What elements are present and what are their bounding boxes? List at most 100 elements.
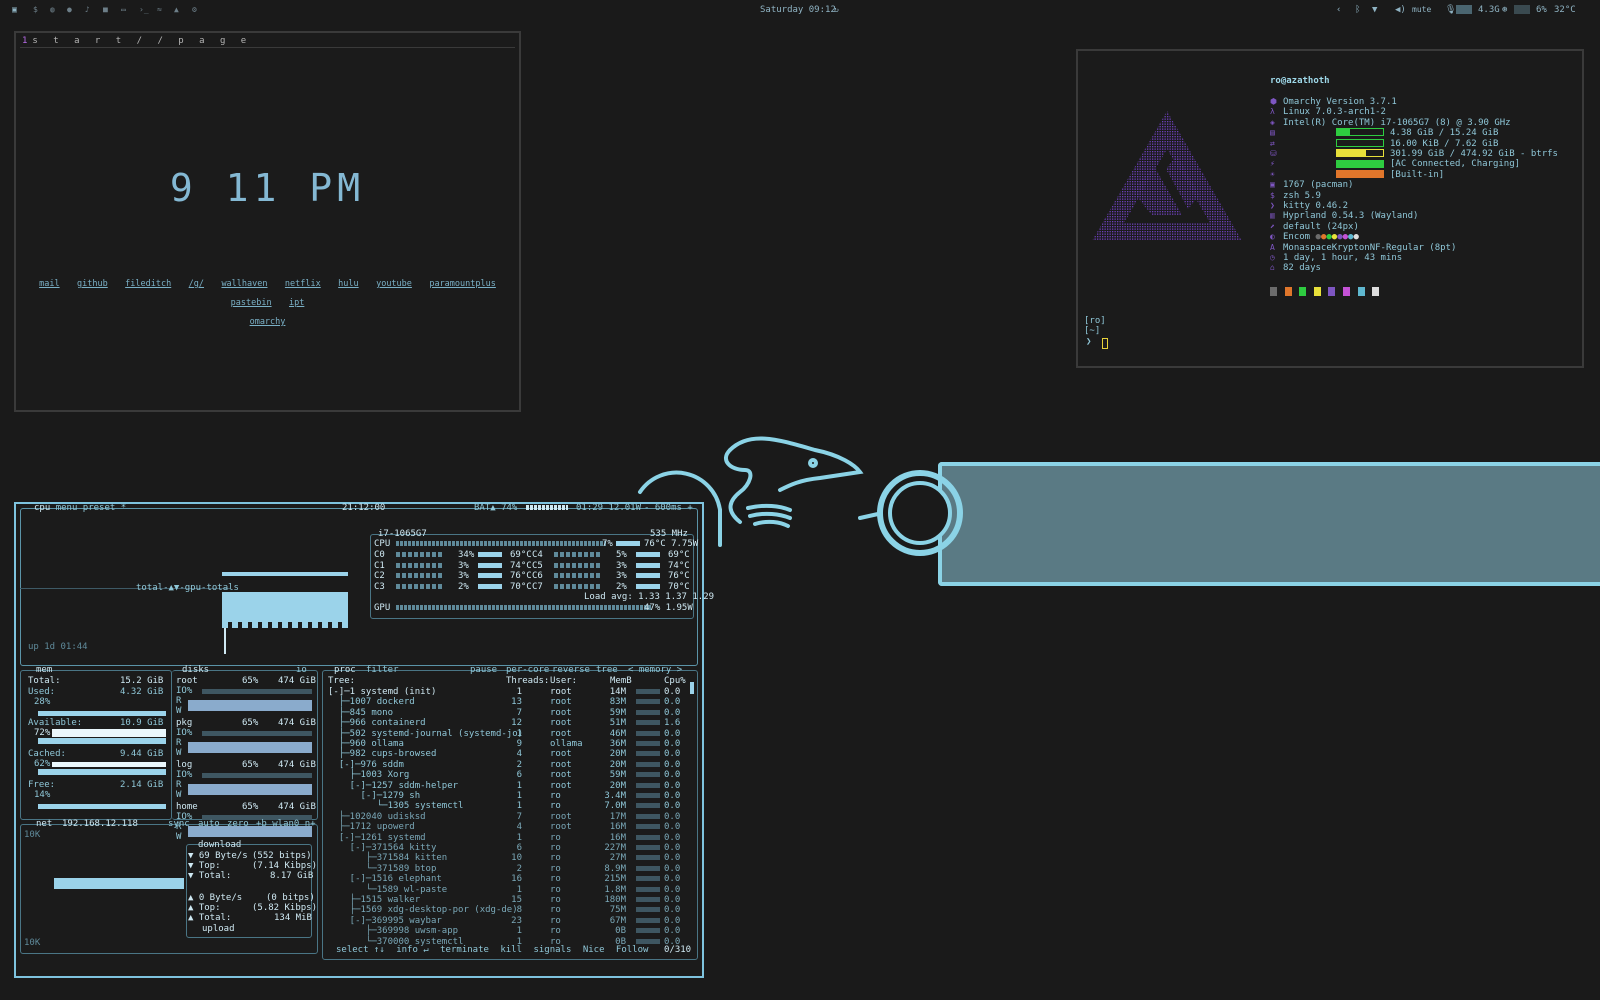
footer-terminate[interactable]: terminate: [440, 945, 489, 955]
process-tree: ├─371584 kitten: [328, 853, 448, 864]
footer-info[interactable]: info ↵: [396, 945, 429, 955]
music-icon[interactable]: ♪: [85, 5, 90, 14]
process-row[interactable]: ├─966 containerd 12 root 51M 1.6: [328, 718, 688, 729]
process-row[interactable]: ├─102040 udisksd 7 root 17M 0.0: [328, 812, 688, 823]
folder-icon[interactable]: ■: [103, 5, 108, 14]
link-wallhaven[interactable]: wallhaven: [221, 279, 267, 289]
core-bar: [396, 562, 444, 568]
col-user[interactable]: User:: [550, 676, 577, 687]
gear-icon[interactable]: ⚙: [192, 5, 197, 14]
proc-sort[interactable]: < memory >: [628, 665, 682, 676]
process-row[interactable]: ├─1515 walker 15 ro 180M 0.0: [328, 895, 688, 906]
warn-icon[interactable]: ▲: [174, 5, 179, 14]
footer-signals[interactable]: signals: [533, 945, 571, 955]
process-row[interactable]: [-]─1261 systemd 1 ro 16M 0.0: [328, 833, 688, 844]
mem-title[interactable]: mem: [36, 665, 52, 676]
bluetooth-icon[interactable]: ᛒ: [1355, 5, 1360, 15]
process-row[interactable]: [-]─1257 sddm-helper 1 root 20M 0.0: [328, 781, 688, 792]
process-row[interactable]: [-]─976 sddm 2 root 20M 0.0: [328, 760, 688, 771]
footer-select[interactable]: select ↑↓: [336, 945, 385, 955]
process-mem-bar: [636, 793, 660, 798]
web-icon[interactable]: ◍: [50, 5, 55, 14]
terminal-cursor[interactable]: [1102, 338, 1108, 349]
process-row[interactable]: ├─845 mono 7 root 59M 0.0: [328, 708, 688, 719]
process-user: ro: [550, 905, 561, 916]
footer-nice[interactable]: Nice: [583, 945, 605, 955]
chat-icon[interactable]: ●: [67, 5, 72, 14]
net-tab-zero[interactable]: zero: [227, 819, 249, 830]
link-omarchy[interactable]: omarchy: [250, 317, 286, 327]
net-tab-auto[interactable]: auto: [198, 819, 220, 830]
process-row[interactable]: ├─1003 Xorg 6 root 59M 0.0: [328, 770, 688, 781]
update-interval[interactable]: - 600ms +: [644, 503, 693, 514]
process-row[interactable]: ├─502 systemd-journal (systemd-jo) 1 root 4…: [328, 729, 688, 740]
tab-preset[interactable]: preset *: [83, 503, 126, 513]
clock-date[interactable]: Saturday 09:12: [760, 5, 836, 15]
process-cpu: 0.0: [664, 884, 681, 895]
btop-window[interactable]: cpu menu preset * 21:12:00 BAT▲ 74% 01:2…: [14, 502, 714, 978]
process-row[interactable]: └─1589 wl-paste 1 ro 1.8M 0.0: [328, 885, 688, 896]
process-row[interactable]: ├─369998 uwsm-app 1 ro 0B 0.0: [328, 926, 688, 937]
tab-menu[interactable]: menu: [56, 503, 78, 513]
proc-tree[interactable]: tree: [596, 665, 618, 676]
process-row[interactable]: ├─1007 dockerd 13 root 83M 0.0: [328, 697, 688, 708]
net-tab-sync[interactable]: sync: [168, 819, 190, 830]
process-row[interactable]: ├─371584 kitten 10 ro 27M 0.0: [328, 853, 688, 864]
link-g[interactable]: /g/: [189, 279, 204, 289]
term-icon[interactable]: $: [33, 5, 38, 14]
net-title[interactable]: net: [36, 819, 52, 830]
process-cpu: 1.6: [664, 718, 681, 729]
cloud-icon[interactable]: ≈: [157, 5, 162, 14]
link-hulu[interactable]: hulu: [338, 279, 358, 289]
process-row[interactable]: ├─982 cups-browsed 4 root 20M 0.0: [328, 749, 688, 760]
link-netflix[interactable]: netflix: [285, 279, 321, 289]
link-pastebin[interactable]: pastebin: [231, 298, 272, 308]
disk-io-label: IO%: [176, 686, 193, 696]
disks-io[interactable]: io: [296, 665, 307, 676]
proc-reverse[interactable]: reverse: [552, 665, 590, 676]
process-row[interactable]: [-]─1516 elephant 16 ro 215M 0.0: [328, 874, 688, 885]
proc-pause[interactable]: pause: [470, 665, 497, 676]
col-tree[interactable]: Tree:: [328, 676, 355, 687]
mute-label[interactable]: mute: [1412, 5, 1431, 14]
process-row[interactable]: ├─1712 upowerd 4 root 16M 0.0: [328, 822, 688, 833]
code-icon[interactable]: ›_: [139, 5, 149, 14]
disks-title[interactable]: disks: [182, 665, 209, 676]
link-youtube[interactable]: youtube: [376, 279, 412, 289]
process-row[interactable]: └─1305 systemctl 1 ro 7.0M 0.0: [328, 801, 688, 812]
startpage-window[interactable]: 1 s t a r t / / p a g e 9 11 PM mail gith…: [14, 31, 521, 412]
startpage-links: mail github fileditch /g/ wallhaven netf…: [30, 275, 505, 332]
link-paramountplus[interactable]: paramountplus: [429, 279, 496, 289]
footer-follow[interactable]: Follow: [616, 945, 649, 955]
process-row[interactable]: ├─1569 xdg-desktop-por (xdg-de) 8 ro 75M 0.0: [328, 905, 688, 916]
link-mail[interactable]: mail: [39, 279, 59, 289]
footer-kill[interactable]: kill: [500, 945, 522, 955]
col-threads[interactable]: Threads:: [506, 676, 549, 687]
proc-per-core[interactable]: per-core: [506, 665, 549, 676]
process-row[interactable]: └─371589 btop 2 ro 8.9M 0.0: [328, 864, 688, 875]
process-row[interactable]: ├─960 ollama 9 ollama 36M 0.0: [328, 739, 688, 750]
proc-title[interactable]: proc: [334, 665, 356, 676]
col-mem[interactable]: MemB: [610, 676, 632, 687]
process-row[interactable]: [-]─1 systemd (init) 1 root 14M 0.0: [328, 687, 688, 698]
tab-cpu[interactable]: cpu: [34, 503, 50, 513]
window-icon[interactable]: ▭: [121, 5, 126, 14]
process-row[interactable]: [-]─369995 waybar 23 ro 67M 0.0: [328, 916, 688, 927]
app-icon[interactable]: ▣: [12, 5, 17, 14]
link-github[interactable]: github: [77, 279, 108, 289]
terminal-window[interactable]: ro@azathoth ⬢ Omarchy Version 3.7.1 λ Linux…: [1076, 49, 1584, 368]
mem-avail: 10.9 GiB: [120, 718, 164, 728]
wifi-icon[interactable]: ▼: [1372, 5, 1377, 15]
arrow-left-icon[interactable]: ‹: [1336, 5, 1341, 15]
volume-icon[interactable]: ◀): [1395, 5, 1406, 15]
col-cpu[interactable]: Cpu%: [664, 676, 686, 687]
link-ipt[interactable]: ipt: [289, 298, 304, 308]
net-iface[interactable]: +b wlan0 n+: [256, 819, 316, 830]
refresh-icon[interactable]: ↻: [834, 5, 839, 14]
process-row[interactable]: [-]─1279 sh 1 ro 3.4M 0.0: [328, 791, 688, 802]
link-fileditch[interactable]: fileditch: [125, 279, 171, 289]
proc-filter[interactable]: filter: [366, 665, 399, 676]
process-row[interactable]: [-]─371564 kitty 6 ro 227M 0.0: [328, 843, 688, 854]
title-divider: [20, 47, 515, 48]
process-mem-bar: [636, 824, 660, 830]
